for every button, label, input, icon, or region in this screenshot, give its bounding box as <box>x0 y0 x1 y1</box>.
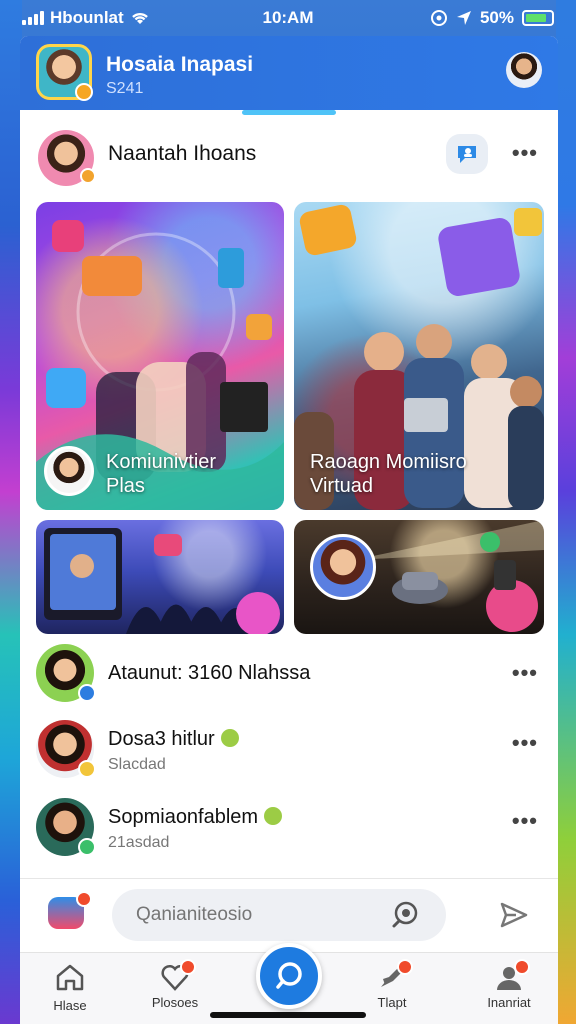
rocket-icon <box>377 959 413 991</box>
alarm-icon <box>430 10 447 26</box>
nav-label: Tlapt <box>377 995 407 1010</box>
contact-name: Sopmiaonfablem <box>108 806 283 829</box>
contact-name: Dosa3 hitlur <box>108 728 239 751</box>
media-tile-studio[interactable] <box>294 520 544 634</box>
send-icon[interactable] <box>500 901 528 929</box>
user-avatar[interactable] <box>506 52 542 88</box>
app-window: Hosaia Inapasi S241 Naantah Ihoans ••• K… <box>20 36 558 1024</box>
message-button[interactable] <box>446 134 488 174</box>
contact-avatar <box>36 720 96 778</box>
contact-avatar <box>36 644 96 702</box>
nav-item-profile[interactable]: Inanriat <box>464 959 554 1010</box>
nav-item-maps[interactable]: Tlapt <box>347 959 437 1010</box>
background-right-edge <box>556 0 576 1024</box>
status-dot-icon <box>78 760 96 778</box>
chat-bubble-icon <box>458 146 476 163</box>
more-options-icon[interactable]: ••• <box>512 808 538 834</box>
profile-avatar[interactable] <box>36 44 93 101</box>
media-tile-concert[interactable] <box>36 520 284 634</box>
notification-badge <box>397 959 413 975</box>
heart-icon <box>160 959 196 991</box>
battery-percent: 50% <box>479 8 514 27</box>
nav-label: Hlase <box>53 998 87 1013</box>
status-dot-icon <box>78 684 96 702</box>
tile-avatar <box>44 446 94 496</box>
more-options-icon[interactable]: ••• <box>512 660 538 686</box>
list-item[interactable]: Ataunut: 3160 Nlahssa ••• <box>20 640 558 706</box>
message-composer <box>20 878 558 948</box>
battery-icon <box>522 10 554 26</box>
tile-illustration <box>44 528 280 634</box>
status-dot-icon <box>75 83 93 101</box>
status-bar: Hbounlat 10:AM 50% <box>0 0 576 36</box>
home-indicator <box>210 1012 366 1018</box>
more-options-icon[interactable]: ••• <box>512 140 538 166</box>
list-item[interactable]: Sopmiaonfablem 21asdad ••• <box>20 794 558 860</box>
contact-subtitle: 21asdad <box>108 834 170 851</box>
notification-badge <box>76 891 92 907</box>
search-icon <box>276 962 302 989</box>
verified-icon <box>220 729 239 747</box>
author-avatar[interactable] <box>38 130 96 186</box>
verified-icon <box>264 807 283 825</box>
contact-subtitle: Slacdad <box>108 756 166 773</box>
notification-badge <box>514 959 530 975</box>
search-icon[interactable] <box>390 900 420 930</box>
tile-avatar <box>310 534 376 600</box>
list-item[interactable]: Dosa3 hitlur Slacdad ••• <box>20 716 558 782</box>
profile-icon <box>494 959 530 991</box>
search-fab-button[interactable] <box>256 943 322 1009</box>
nav-item-posts[interactable]: Plosoes <box>130 959 220 1010</box>
post-header: Naantah Ihoans ••• <box>20 126 558 188</box>
contact-avatar <box>36 798 96 856</box>
tile-label: Raoagn Momiisro Virtuad <box>310 451 467 497</box>
contact-name: Ataunut: 3160 Nlahssa <box>108 662 311 684</box>
home-icon <box>56 964 84 991</box>
page-subtitle: S241 <box>106 80 144 97</box>
nav-label: Inanriat <box>487 995 531 1010</box>
media-tile-community[interactable]: Komiunivtier Plas <box>36 202 284 510</box>
media-tile-virtual[interactable]: Raoagn Momiisro Virtuad <box>294 202 544 510</box>
drag-handle[interactable] <box>242 110 336 115</box>
tile-label: Komiunivtier Plas <box>106 451 217 497</box>
location-icon <box>456 11 471 25</box>
more-options-icon[interactable]: ••• <box>512 730 538 756</box>
status-dot-icon <box>80 168 96 184</box>
app-header: Hosaia Inapasi S241 <box>20 36 558 110</box>
nav-label: Plosoes <box>151 995 199 1010</box>
notification-badge <box>180 959 196 975</box>
page-title: Hosaia Inapasi <box>106 53 254 76</box>
background-left-edge <box>0 0 22 1024</box>
nav-item-home[interactable]: Hlase <box>25 963 115 1013</box>
author-name[interactable]: Naantah Ihoans <box>108 142 256 166</box>
status-dot-icon <box>78 838 96 856</box>
